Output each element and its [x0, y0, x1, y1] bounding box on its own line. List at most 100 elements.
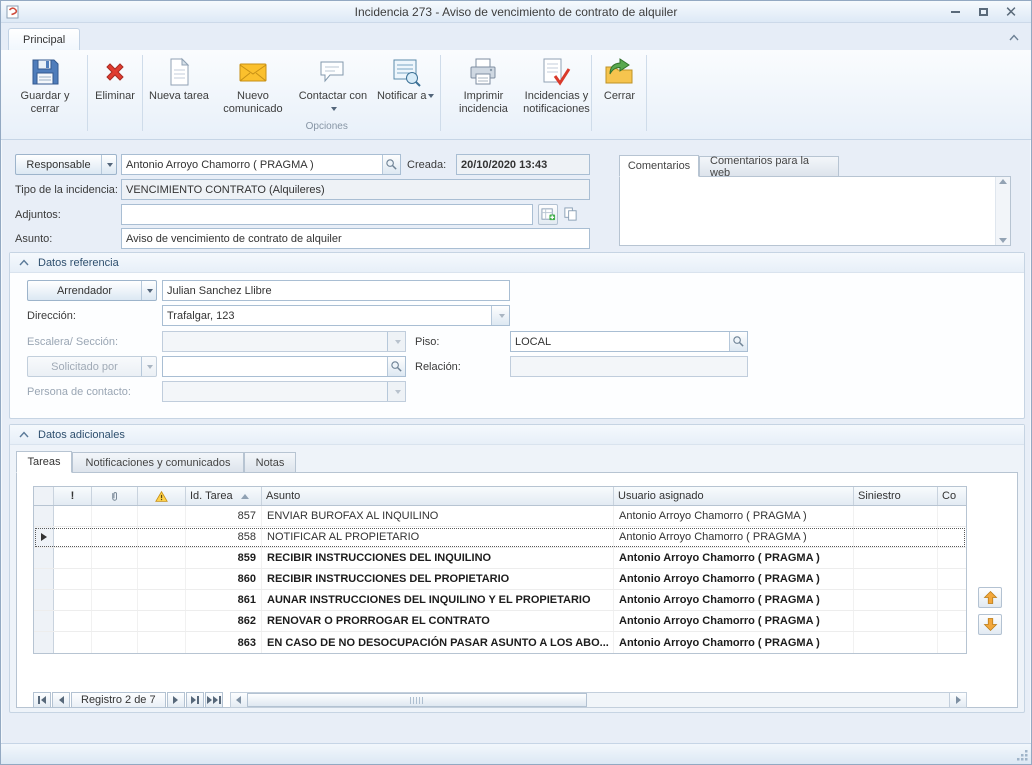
responsable-combo-button[interactable]: Responsable: [15, 154, 117, 175]
dropdown-caret-icon: [331, 107, 337, 111]
close-button[interactable]: ✕: [997, 3, 1025, 21]
id-tarea-column-header[interactable]: Id. Tarea: [186, 487, 262, 505]
scroll-up-icon: [999, 179, 1007, 184]
previous-record-button[interactable]: [52, 692, 70, 708]
co-column-header[interactable]: Co: [938, 487, 966, 505]
asunto-field[interactable]: Aviso de vencimiento de contrato de alqu…: [121, 228, 590, 249]
scrollbar-track[interactable]: [586, 693, 949, 707]
asunto-label: Asunto:: [15, 228, 52, 249]
resize-grip[interactable]: [1015, 748, 1029, 762]
arrendador-field[interactable]: Julian Sanchez Llibre: [162, 280, 510, 301]
speech-bubble-icon: [317, 56, 349, 88]
group-title: Datos adicionales: [38, 429, 125, 441]
horizontal-scrollbar[interactable]: [230, 692, 967, 708]
print-incident-button[interactable]: Imprimir incidencia: [443, 52, 523, 119]
piso-field[interactable]: LOCAL: [510, 331, 748, 352]
direccion-dropdown[interactable]: Trafalgar, 123: [162, 305, 510, 326]
printer-icon: [467, 56, 499, 88]
arrow-down-icon: [983, 617, 998, 632]
search-icon[interactable]: [387, 357, 405, 376]
table-row[interactable]: 857 ENVIAR BUROFAX AL INQUILINO Antonio …: [34, 506, 966, 527]
ribbon-separator: [142, 55, 143, 131]
direccion-label: Dirección:: [27, 305, 76, 326]
maximize-icon: [979, 8, 988, 16]
title-bar: Incidencia 273 - Aviso de vencimiento de…: [1, 1, 1031, 23]
ribbon-collapse-button[interactable]: [1007, 31, 1021, 43]
relacion-label: Relación:: [415, 356, 461, 377]
sort-ascending-icon: [241, 494, 249, 499]
tab-tareas[interactable]: Tareas: [16, 451, 72, 473]
minimize-button[interactable]: [941, 3, 969, 21]
siniestro-column-header[interactable]: Siniestro: [854, 487, 938, 505]
table-row[interactable]: 862 RENOVAR O PRORROGAR EL CONTRATO Anto…: [34, 611, 966, 632]
scroll-left-button[interactable]: [231, 693, 248, 707]
comentarios-textarea[interactable]: [619, 176, 1011, 246]
ribbon-separator: [646, 55, 647, 131]
comentarios-scrollbar[interactable]: [995, 177, 1010, 245]
attachment-add-icon: [541, 207, 556, 222]
tipo-incidencia-field: VENCIMIENTO CONTRATO (Alquileres): [121, 179, 590, 200]
maximize-button[interactable]: [969, 3, 997, 21]
close-form-button[interactable]: Cerrar: [594, 52, 644, 106]
notify-to-button[interactable]: Notificar a: [373, 52, 439, 119]
asunto-column-header[interactable]: Asunto: [262, 487, 614, 505]
attachment-column-header[interactable]: [92, 487, 138, 505]
new-task-button[interactable]: Nueva tarea: [145, 52, 213, 119]
solicitado-por-combo-button: Solicitado por: [27, 356, 157, 377]
priority-column-header[interactable]: !: [54, 487, 92, 505]
notify-list-icon: [390, 56, 422, 88]
scroll-right-button[interactable]: [949, 693, 966, 707]
copy-attachment-button[interactable]: [560, 204, 580, 225]
first-record-button[interactable]: [33, 692, 51, 708]
chevron-down-icon[interactable]: [491, 306, 509, 325]
table-row[interactable]: 859 RECIBIR INSTRUCCIONES DEL INQUILINO …: [34, 548, 966, 569]
document-check-icon: [540, 56, 572, 88]
ribbon-toolbar: Guardar y cerrar Eliminar Nueva tarea Nu…: [1, 50, 1031, 140]
save-icon: [29, 56, 61, 88]
arrendador-combo-button[interactable]: Arrendador: [27, 280, 157, 301]
warning-icon: [155, 490, 168, 503]
scrollbar-thumb[interactable]: [247, 693, 587, 707]
table-row[interactable]: 861 AUNAR INSTRUCCIONES DEL INQUILINO Y …: [34, 590, 966, 611]
save-close-button[interactable]: Guardar y cerrar: [5, 52, 85, 119]
move-task-down-button[interactable]: [978, 614, 1002, 635]
status-bar: [1, 743, 1031, 764]
search-icon[interactable]: [729, 332, 747, 351]
new-record-button[interactable]: [205, 692, 223, 708]
add-attachment-button[interactable]: [538, 204, 558, 225]
ribbon-group-opciones: Nueva tarea Nuevo comunicado Contactar c…: [145, 52, 438, 132]
datos-adicionales-header[interactable]: Datos adicionales: [10, 425, 1024, 445]
creada-label: Creada:: [407, 154, 446, 175]
delete-button[interactable]: Eliminar: [90, 52, 140, 106]
thumb-grip-icon: [410, 697, 423, 704]
minimize-icon: [951, 11, 960, 13]
search-icon[interactable]: [382, 155, 400, 174]
ribbon-tab-strip: Principal: [1, 23, 1031, 50]
solicitado-por-field[interactable]: [162, 356, 406, 377]
table-row-selected[interactable]: 858 NOTIFICAR AL PROPIETARIO Antonio Arr…: [34, 527, 966, 548]
close-icon: ✕: [1005, 5, 1018, 20]
tab-comentarios[interactable]: Comentarios: [619, 155, 699, 177]
tab-comentarios-web[interactable]: Comentarios para la web: [699, 156, 839, 177]
adjuntos-field[interactable]: [121, 204, 533, 225]
table-row[interactable]: 860 RECIBIR INSTRUCCIONES DEL PROPIETARI…: [34, 569, 966, 590]
relacion-field: [510, 356, 748, 377]
last-record-button[interactable]: [186, 692, 204, 708]
usuario-asignado-column-header[interactable]: Usuario asignado: [614, 487, 854, 505]
table-row[interactable]: 863 EN CASO DE NO DESOCUPACIÓN PASAR ASU…: [34, 632, 966, 653]
warning-column-header[interactable]: [138, 487, 186, 505]
move-task-up-button[interactable]: [978, 587, 1002, 608]
window-title: Incidencia 273 - Aviso de vencimiento de…: [1, 5, 1031, 19]
tab-notificaciones-comunicados[interactable]: Notificaciones y comunicados: [72, 452, 244, 473]
datos-referencia-header[interactable]: Datos referencia: [10, 253, 1024, 273]
new-notice-button[interactable]: Nuevo comunicado: [213, 52, 293, 119]
tab-principal[interactable]: Principal: [8, 28, 80, 50]
incidents-notifications-button[interactable]: Incidencias y notificaciones: [523, 52, 589, 119]
responsable-field[interactable]: Antonio Arroyo Chamorro ( PRAGMA ): [121, 154, 401, 175]
next-record-button[interactable]: [167, 692, 185, 708]
tipo-incidencia-label: Tipo de la incidencia:: [15, 179, 118, 200]
tab-notas[interactable]: Notas: [244, 452, 296, 473]
app-window: Incidencia 273 - Aviso de vencimiento de…: [0, 0, 1032, 765]
contact-with-button[interactable]: Contactar con: [293, 52, 373, 119]
dropdown-caret-icon: [428, 94, 434, 98]
